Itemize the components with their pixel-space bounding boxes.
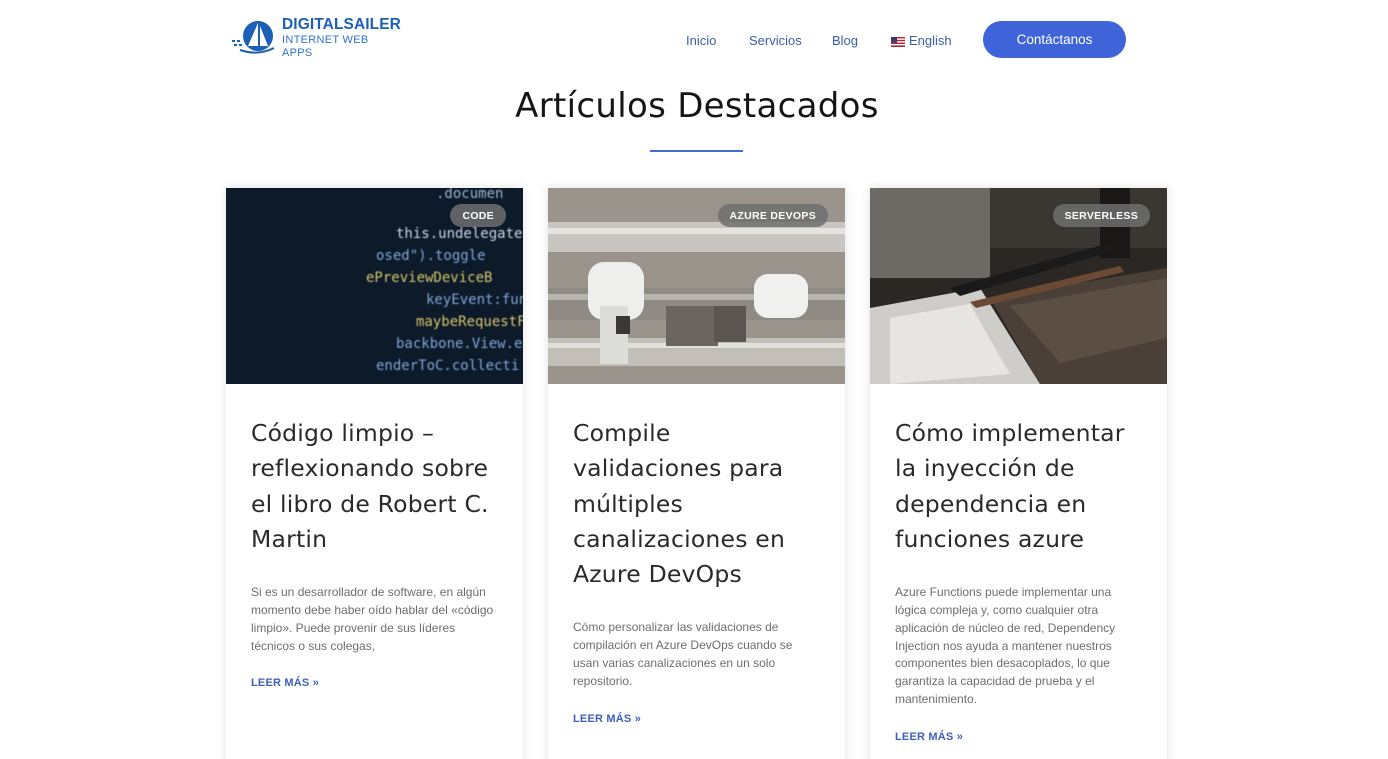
article-title[interactable]: Compile validaciones para múltiples cana… [573,416,821,592]
article-excerpt: Cómo personalizar las validaciones de co… [573,620,793,688]
nav-item-inicio[interactable]: Inicio [686,33,716,48]
article-image-code[interactable]: .documen this.undelegateEv osed").toggle… [226,188,523,384]
site-header: DIGITALSAILER INTERNET WEB APPS Inicio S… [0,0,1388,80]
contact-button[interactable]: Contáctanos [983,21,1126,58]
article-card-clean-code[interactable]: .documen this.undelegateEv osed").toggle… [226,188,523,759]
read-more-link[interactable]: LEER MÁS » [573,713,641,725]
article-image-pipes[interactable]: AZURE DEVOPS [548,188,845,384]
nav-item-servicios[interactable]: Servicios [749,33,802,48]
read-more-link[interactable]: LEER MÁS » [251,677,319,689]
read-more-link[interactable]: LEER MÁS » [895,731,963,743]
article-card-serverless[interactable]: SERVERLESS Cómo implementar la inyección… [870,188,1167,759]
article-card-azure-devops[interactable]: AZURE DEVOPS Compile validaciones para m… [548,188,845,759]
brand-logo[interactable]: DIGITALSAILER INTERNET WEB APPS [230,16,401,59]
category-badge[interactable]: SERVERLESS [1052,204,1150,227]
language-label: English [909,32,952,48]
category-badge[interactable]: CODE [450,204,506,227]
brand-subtitle: INTERNET WEB APPS [282,34,369,59]
article-image-desk[interactable]: SERVERLESS [870,188,1167,384]
us-flag-icon [891,35,905,47]
title-divider [650,150,743,152]
sailboat-logo-icon [230,18,276,58]
nav-item-blog[interactable]: Blog [832,33,858,48]
article-title[interactable]: Cómo implementar la inyección de depende… [895,416,1143,557]
article-excerpt: Azure Functions puede implementar una ló… [895,585,1116,706]
language-switcher[interactable]: English [891,33,952,48]
article-title[interactable]: Código limpio – reflexionando sobre el l… [251,416,499,557]
brand-title: DIGITALSAILER [282,16,401,34]
article-excerpt: Si es un desarrollador de software, en a… [251,585,494,653]
section-title: Artículos Destacados [515,86,879,126]
category-badge[interactable]: AZURE DEVOPS [717,204,828,227]
